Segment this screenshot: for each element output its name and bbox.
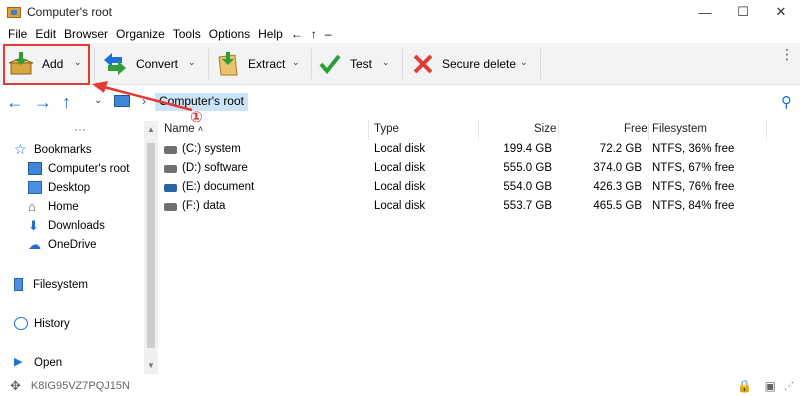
sort-chevron-icon: ˄ <box>197 124 204 134</box>
scroll-up-icon[interactable]: ▲ <box>147 125 155 134</box>
drive-icon <box>164 165 177 173</box>
cell-name: (E:) document <box>182 181 255 193</box>
table-row[interactable]: (D:) software Local disk 555.0 GB 374.0 … <box>160 160 780 179</box>
cell-name: (F:) data <box>182 200 226 212</box>
sidebar-item-label: Downloads <box>48 219 105 232</box>
cell-free: 72.2 GB <box>599 143 642 155</box>
cell-size: 554.0 GB <box>503 181 552 193</box>
sidebar-item-filesystem[interactable]: Filesystem <box>14 278 88 291</box>
sidebar-scrollbar[interactable]: ▲ ▼ <box>144 121 158 374</box>
sidebar-item-label: Desktop <box>48 181 91 194</box>
cell-type: Local disk <box>374 143 426 155</box>
status-bar: ✥ K8IG95VZ7PQJ15N 🔒 ▣ ⋰ <box>0 376 800 396</box>
cell-free: 465.5 GB <box>593 200 642 212</box>
column-divider[interactable] <box>478 120 479 140</box>
drive-icon <box>164 203 177 211</box>
sidebar-item-label: Filesystem <box>33 278 88 291</box>
lock-icon[interactable]: 🔒 <box>737 379 752 393</box>
table-row[interactable]: (C:) system Local disk 199.4 GB 72.2 GB … <box>160 141 780 160</box>
star-icon: ☆ <box>14 141 27 157</box>
computer-icon <box>28 162 42 175</box>
status-id: K8IG95VZ7PQJ15N <box>30 380 130 392</box>
cell-filesystem: NTFS, 67% free <box>652 162 735 174</box>
cell-name: (D:) software <box>182 162 248 174</box>
sidebar-item-label: History <box>34 317 70 330</box>
image-icon[interactable]: ▣ <box>765 379 776 393</box>
table-row[interactable]: (E:) document Local disk 554.0 GB 426.3 … <box>160 179 780 198</box>
column-header-name[interactable]: Name ˄ <box>164 123 203 135</box>
cell-name: (C:) system <box>182 143 241 155</box>
cloud-icon: ☁ <box>28 237 41 252</box>
sidebar-item-onedrive[interactable]: ☁ OneDrive <box>28 238 97 251</box>
file-list: Name ˄ Type Size Free Filesystem (C:) sy… <box>160 120 800 374</box>
cell-filesystem: NTFS, 36% free <box>652 143 735 155</box>
column-divider[interactable] <box>368 120 369 140</box>
sidebar-item-history[interactable]: History <box>14 317 70 330</box>
download-icon: ⬇ <box>28 218 39 233</box>
scroll-down-icon[interactable]: ▼ <box>147 361 155 370</box>
column-divider[interactable] <box>766 120 767 140</box>
sidebar-item-home[interactable]: ⌂ Home <box>28 200 79 213</box>
column-header-filesystem[interactable]: Filesystem <box>652 123 707 135</box>
play-icon: ▶ <box>14 356 23 368</box>
cell-type: Local disk <box>374 181 426 193</box>
cell-size: 199.4 GB <box>503 143 552 155</box>
filesystem-icon <box>14 278 23 291</box>
home-icon: ⌂ <box>28 199 36 214</box>
drive-icon <box>164 146 177 154</box>
scroll-thumb[interactable] <box>147 143 155 348</box>
column-header-free[interactable]: Free <box>624 123 648 135</box>
sidebar-more-icon[interactable]: ··· <box>74 122 86 136</box>
column-header-size[interactable]: Size <box>534 123 556 135</box>
cell-free: 374.0 GB <box>593 162 642 174</box>
cell-type: Local disk <box>374 200 426 212</box>
sidebar-item-downloads[interactable]: ⬇ Downloads <box>28 219 105 232</box>
cell-size: 555.0 GB <box>503 162 552 174</box>
cell-type: Local disk <box>374 162 426 174</box>
sidebar-item-desktop[interactable]: Desktop <box>28 181 90 194</box>
sidebar-item-label: OneDrive <box>48 238 97 251</box>
sidebar-item-bookmarks[interactable]: ☆ Bookmarks <box>14 141 92 157</box>
drive-icon <box>164 184 177 192</box>
sidebar-item-label: Home <box>48 200 79 213</box>
sidebar-item-open[interactable]: ▶ Open <box>14 356 62 369</box>
sidebar-item-label: Open <box>34 356 63 369</box>
clock-icon <box>14 317 28 330</box>
cell-size: 553.7 GB <box>503 200 552 212</box>
sidebar-item-label: Computer's root <box>48 162 130 175</box>
move-handle-icon[interactable]: ✥ <box>10 378 21 394</box>
column-divider[interactable] <box>558 120 559 140</box>
column-header-type[interactable]: Type <box>374 123 399 135</box>
sidebar: ··· ☆ Bookmarks Computer's root Desktop … <box>0 120 158 374</box>
cell-filesystem: NTFS, 84% free <box>652 200 735 212</box>
sidebar-item-label: Bookmarks <box>34 143 92 156</box>
desktop-icon <box>28 181 42 194</box>
cell-filesystem: NTFS, 76% free <box>652 181 735 193</box>
cell-free: 426.3 GB <box>593 181 642 193</box>
table-row[interactable]: (F:) data Local disk 553.7 GB 465.5 GB N… <box>160 198 780 217</box>
sidebar-item-computers-root[interactable]: Computer's root <box>28 162 129 175</box>
column-divider[interactable] <box>648 120 649 140</box>
resize-grip-icon[interactable]: ⋰ <box>784 381 794 392</box>
